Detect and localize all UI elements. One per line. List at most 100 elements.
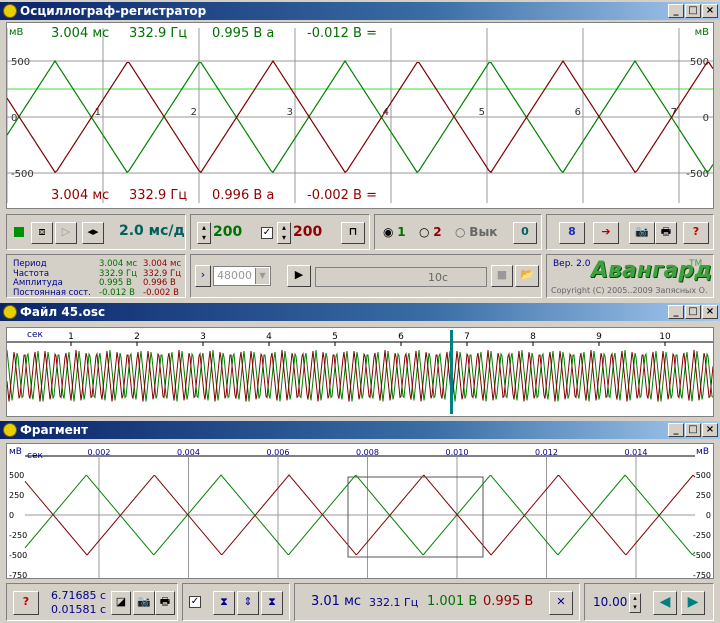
- stat-label: Период: [13, 259, 47, 269]
- y-tick-right: 500: [690, 57, 709, 68]
- frag-camera-button[interactable]: 📷: [133, 591, 155, 615]
- record-play-button[interactable]: ▶: [287, 265, 311, 287]
- timebase-value: 2.0 мс/д: [119, 223, 185, 239]
- frag-y-tick-right: -500: [693, 551, 711, 560]
- frag-x-tick: 0.002: [88, 448, 111, 457]
- maximize-button[interactable]: □: [685, 4, 701, 18]
- timebase-group: ⧈ ▷ ◂▸ 2.0 мс/д: [6, 214, 186, 250]
- file-overview-plot[interactable]: 1 2 3 4 5 6 7 8 9 10 сек: [6, 327, 714, 417]
- square-wave-button[interactable]: ⊓: [341, 222, 365, 244]
- bottom-freq: 332.9 Гц: [129, 188, 188, 203]
- brand-tm: TM: [689, 259, 703, 269]
- frag-checkbox[interactable]: ✓: [189, 596, 201, 608]
- file-maximize-button[interactable]: □: [685, 305, 701, 319]
- top-freq: 332.9 Гц: [129, 26, 188, 41]
- selection-box: [347, 476, 484, 558]
- frag-minimize-button[interactable]: _: [668, 423, 684, 437]
- export-button[interactable]: ➔: [593, 222, 619, 244]
- frag-x-tick: 0.004: [177, 448, 200, 457]
- frag-bw-button[interactable]: ◪: [111, 591, 131, 615]
- rate-arrow[interactable]: ›: [195, 265, 211, 287]
- top-dc: -0.012 В =: [307, 26, 377, 41]
- frag-zoom-spin[interactable]: ▴ ▾: [629, 593, 641, 613]
- oscilloscope-title: Осциллограф-регистратор: [20, 4, 207, 18]
- frag-maximize-button[interactable]: □: [685, 423, 701, 437]
- stats-panel: Период 3.004 мс 3.004 мс Частота 332.9 Гц 332…: [6, 254, 186, 298]
- frag-y-tick-left: 0: [9, 511, 14, 520]
- radio-ch1[interactable]: ◉ 1: [383, 225, 406, 239]
- frag-print-button[interactable]: 🖶: [155, 591, 175, 615]
- trigger-button[interactable]: ⧈: [31, 222, 53, 244]
- about-panel: Вер. 2.0 Авангард TM Copyright (C) 2005.…: [546, 254, 714, 298]
- y-tick-left: 0: [11, 113, 17, 124]
- time-tick-label: 1: [68, 332, 74, 342]
- frag-unit-right: мВ: [696, 447, 709, 457]
- stat-ch1: 332.9 Гц: [99, 268, 138, 279]
- time-tick-label: 5: [332, 332, 338, 342]
- print-button[interactable]: 🖶: [655, 222, 677, 244]
- timebase-spin[interactable]: ◂▸: [82, 222, 104, 244]
- minimize-button[interactable]: _: [668, 4, 684, 18]
- stat-ch2: 332.9 Гц: [143, 268, 182, 279]
- bottom-period: 3.004 мс: [51, 188, 110, 203]
- frag-amp2: 0.995 В: [483, 594, 534, 609]
- cursor-both-button[interactable]: ⧗: [261, 591, 283, 615]
- gain2-value[interactable]: 200: [293, 224, 322, 240]
- file-window: Файл 45.osc _ □ × 1 2 3 4 5 6 7 8 9 10 сек: [0, 303, 720, 421]
- stat-label: Амплитуда: [13, 278, 63, 288]
- oscilloscope-titlebar[interactable]: Осциллограф-регистратор _ □ ×: [0, 2, 720, 20]
- frag-x-tick: 0.010: [446, 448, 469, 457]
- app-icon: [3, 4, 17, 18]
- frag-help-button[interactable]: ?: [13, 591, 39, 615]
- file-close-button[interactable]: ×: [702, 305, 718, 319]
- top-period: 3.004 мс: [51, 26, 110, 41]
- cursor-h-button[interactable]: ⧗: [213, 591, 235, 615]
- cursor-v-button[interactable]: ⇕: [237, 591, 259, 615]
- fragment-plot[interactable]: 0.002 0.004 0.006 0.008 0.010 0.012 0.014 500 50…: [6, 443, 714, 580]
- stat-label: Частота: [13, 268, 50, 279]
- gain2-checkbox[interactable]: ✓: [261, 227, 273, 239]
- record-stop-button[interactable]: ■: [491, 265, 513, 287]
- record-group: › 48000 ▼ ▶ 10с ■ 📂: [190, 254, 542, 298]
- gain1-value[interactable]: 200: [213, 224, 242, 240]
- time-tick-label: 9: [596, 332, 602, 342]
- fragment-svg: 0.002 0.004 0.006 0.008 0.010 0.012 0.014 500 50…: [9, 448, 711, 580]
- file-minimize-button[interactable]: _: [668, 305, 684, 319]
- camera-button[interactable]: 📷: [629, 222, 655, 244]
- file-titlebar[interactable]: Файл 45.osc _ □ ×: [0, 303, 720, 321]
- frag-prev-button[interactable]: ◀: [653, 591, 677, 615]
- frag-time-start: 6.71685 с: [51, 589, 107, 602]
- frag-next-button[interactable]: ▶: [681, 591, 705, 615]
- frag-close-button[interactable]: ×: [702, 423, 718, 437]
- stop-icon[interactable]: [14, 227, 24, 237]
- frag-close-cursor-button[interactable]: ✕: [549, 591, 573, 615]
- probe-button[interactable]: 8: [559, 222, 585, 244]
- y-tick-left: 500: [11, 57, 30, 68]
- open-folder-button[interactable]: 📂: [515, 265, 539, 287]
- time-tick-label: 2: [134, 332, 140, 342]
- close-button[interactable]: ×: [702, 4, 718, 18]
- x-tick: 5: [479, 107, 485, 118]
- channel-group: ◉ 1 ○ 2 ○ Вык 0: [374, 214, 542, 250]
- zero-button[interactable]: 0: [513, 222, 537, 244]
- gain2-spin[interactable]: ▴ ▾: [277, 222, 291, 244]
- y-tick-left: -500: [11, 169, 34, 180]
- frag-left-group: ? 6.71685 с 0.01581 с ◪ 📷 🖶: [6, 583, 178, 621]
- frag-zoom-value[interactable]: 10.00: [593, 595, 627, 609]
- record-progress: 10с: [315, 267, 487, 287]
- rate-select[interactable]: 48000 ▼: [213, 266, 271, 286]
- gain1-spin[interactable]: ▴ ▾: [197, 222, 211, 244]
- radio-ch2[interactable]: ○ 2: [419, 225, 442, 239]
- frag-x-tick: 0.012: [535, 448, 558, 457]
- x-tick: 2: [191, 107, 197, 118]
- stat-ch2: -0.002 В: [143, 287, 179, 298]
- unit-right: мВ: [694, 27, 709, 38]
- frag-sec-label: сек: [27, 451, 43, 461]
- play-button[interactable]: ▷: [55, 222, 77, 244]
- scope-display[interactable]: 500 500 0 0 -500 -500 1 2 3 4 5 6 7 мВ мВ 3.004 мс 3…: [6, 22, 714, 209]
- fragment-titlebar[interactable]: Фрагмент _ □ ×: [0, 421, 720, 439]
- time-tick-label: 10: [659, 332, 671, 342]
- help-button[interactable]: ?: [683, 222, 709, 244]
- time-tick-label: 4: [266, 332, 272, 342]
- radio-off[interactable]: ○ Вык: [455, 225, 497, 239]
